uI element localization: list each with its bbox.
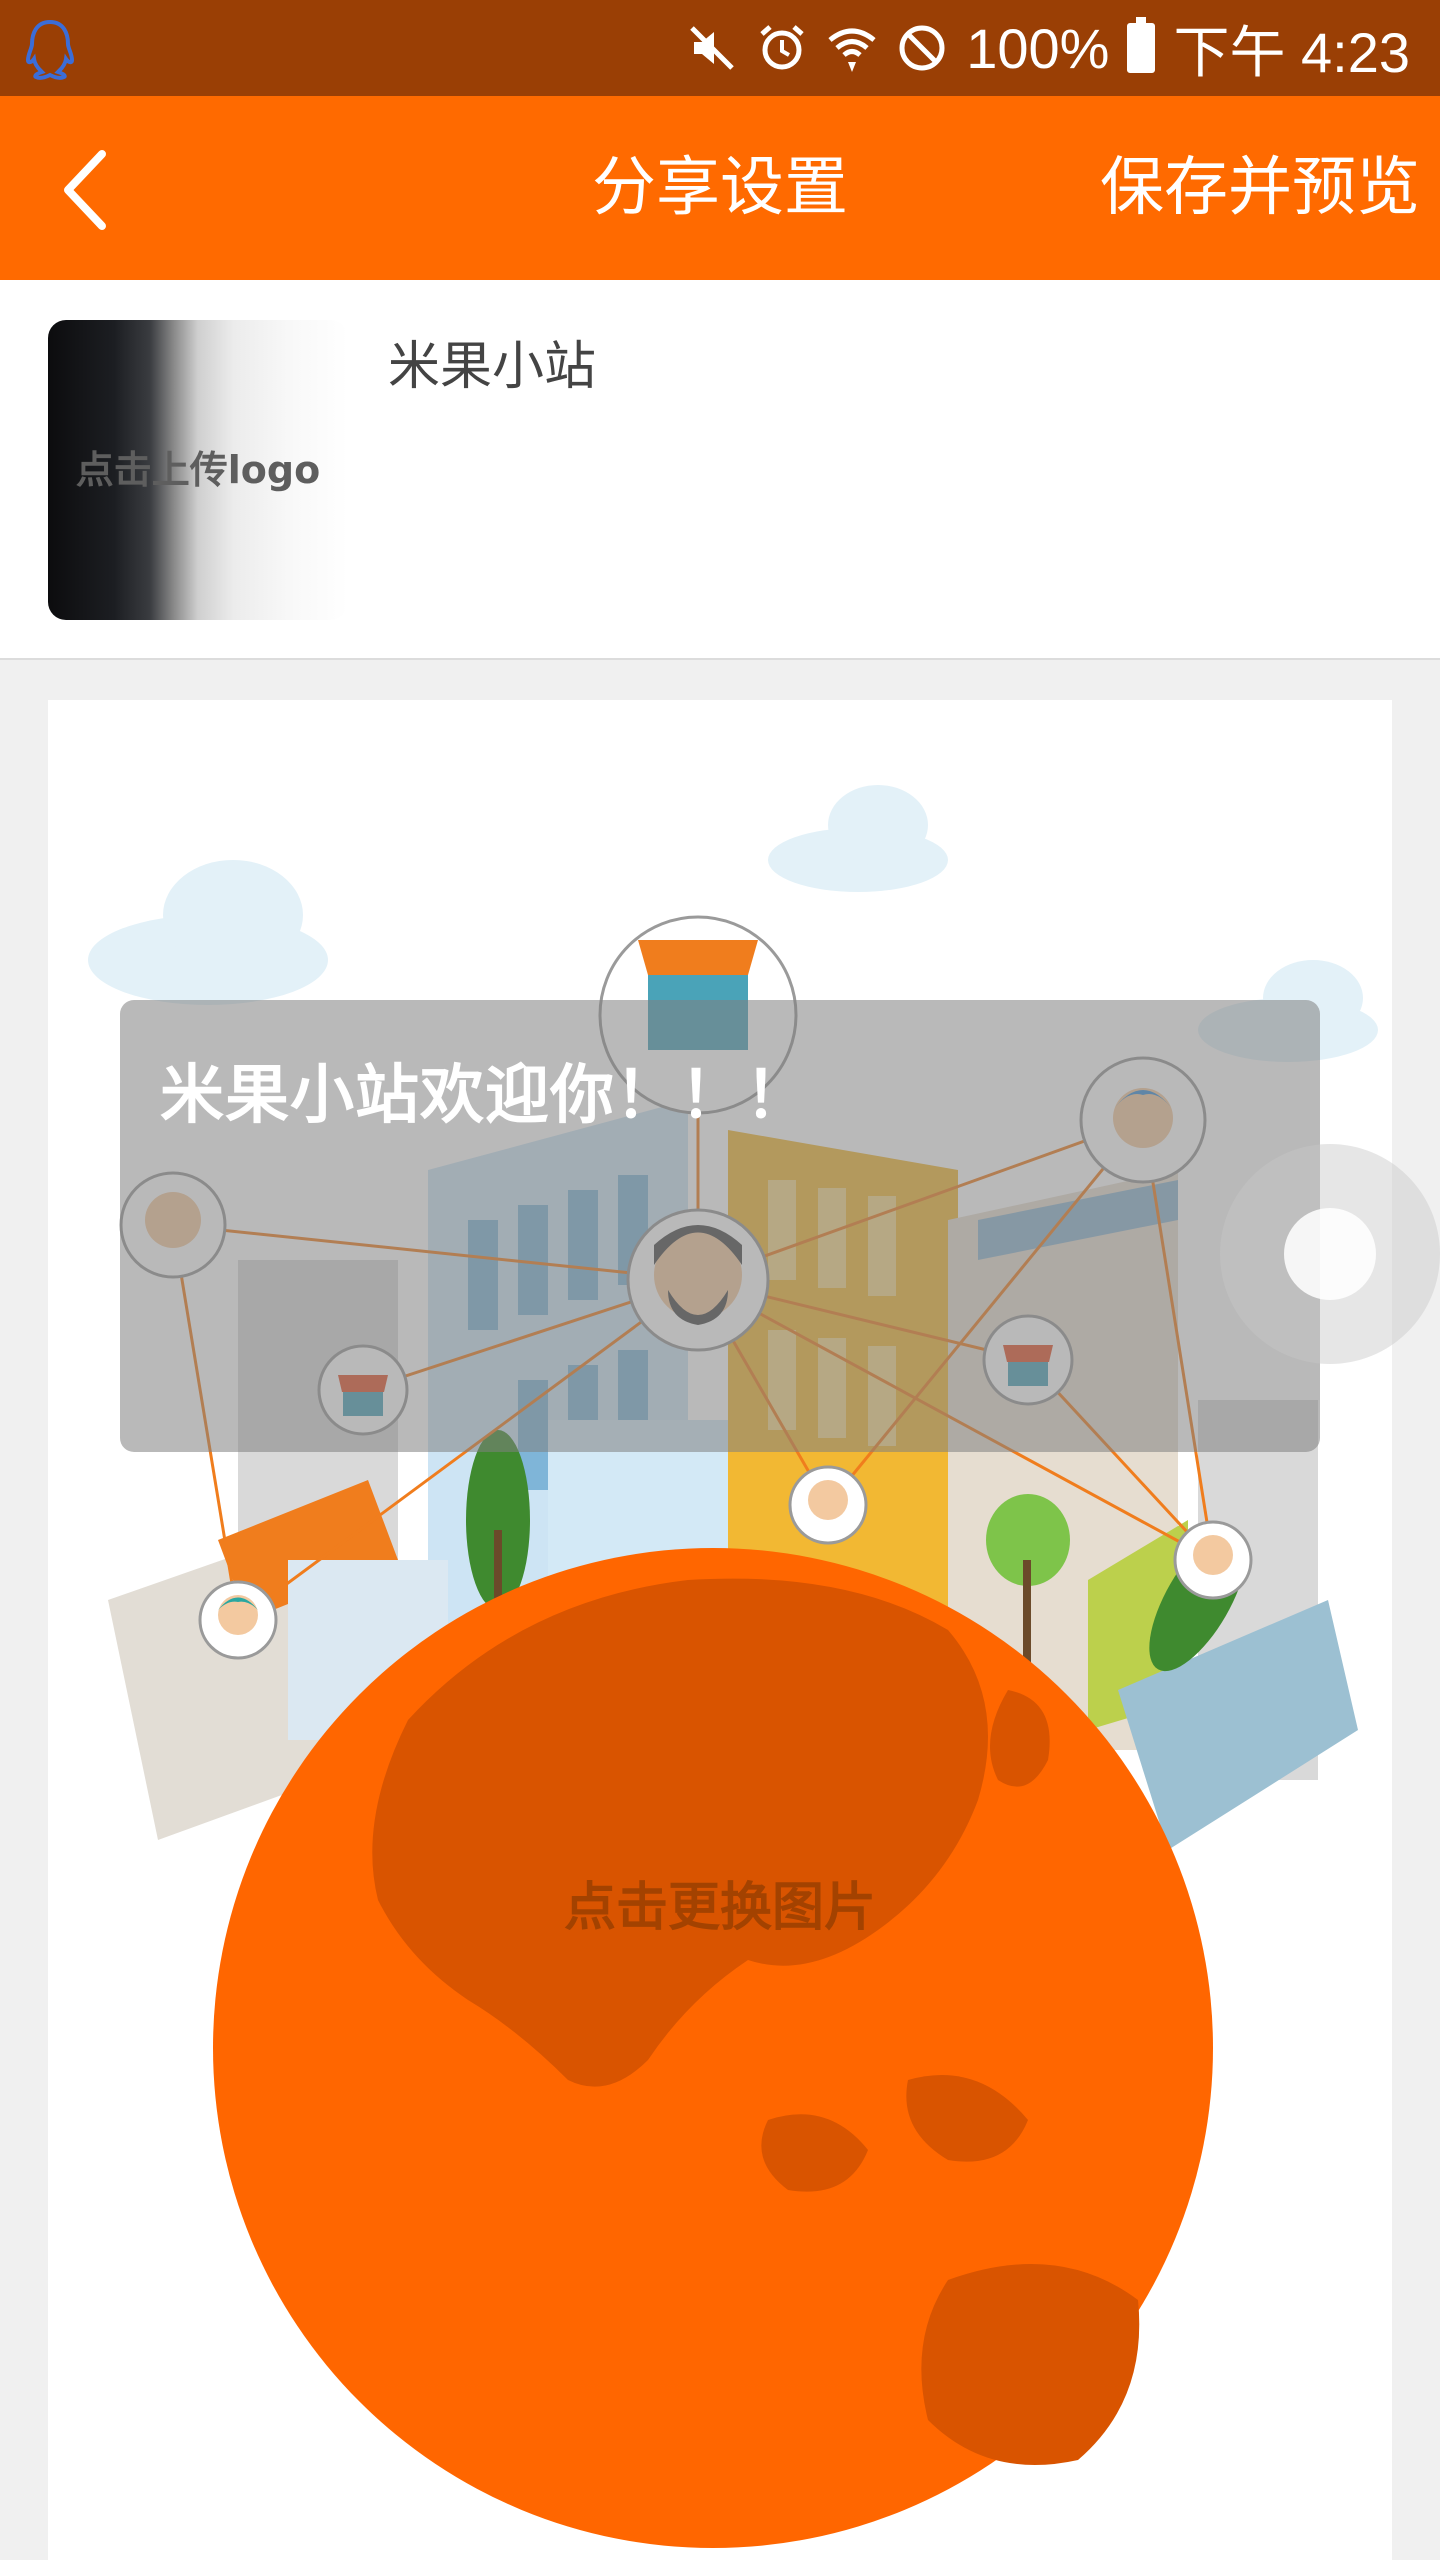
qq-icon — [25, 19, 75, 80]
app-bar: 分享设置 保存并预览 — [0, 96, 1440, 280]
welcome-text: 米果小站欢迎你！！！ — [160, 1059, 810, 1133]
save-preview-button[interactable]: 保存并预览 — [1100, 96, 1420, 280]
wifi-icon — [828, 28, 876, 72]
share-image-card[interactable] — [48, 700, 1392, 2560]
site-name: 米果小站 — [388, 337, 597, 397]
logo-upload-label: 点击上传logo — [75, 448, 321, 492]
battery-icon — [1127, 17, 1156, 73]
do-not-disturb-icon — [899, 25, 945, 71]
logo-section: 点击上传logo 米果小站 — [0, 280, 1440, 660]
floating-assistive-button[interactable] — [1220, 1144, 1440, 1364]
status-bar: 100% 下午 4:23 — [0, 0, 1440, 96]
floating-button-core — [1284, 1208, 1376, 1300]
mute-icon — [690, 26, 734, 70]
alarm-icon — [760, 25, 804, 70]
share-illustration — [88, 785, 1378, 2548]
logo-upload-button[interactable]: 点击上传logo — [48, 320, 348, 620]
status-time: 下午 4:23 — [1173, 20, 1410, 84]
battery-percent: 100% — [966, 16, 1110, 80]
change-image-label[interactable]: 点击更换图片 — [0, 1865, 1440, 1940]
